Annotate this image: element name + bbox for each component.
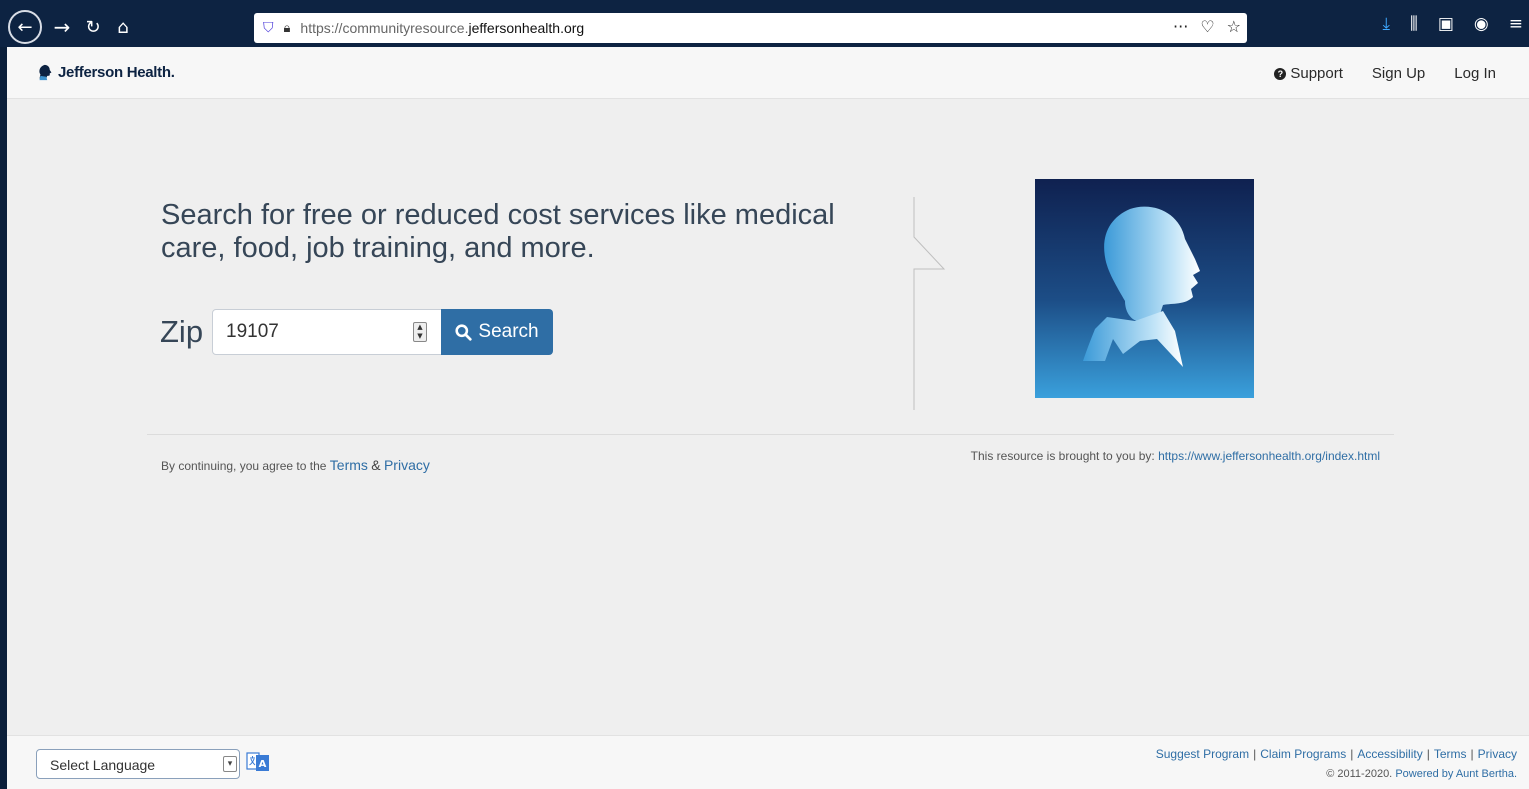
zip-label: Zip <box>160 314 204 349</box>
support-link[interactable]: ? Support <box>1274 65 1343 82</box>
url-bar[interactable]: ⛉ 🔒︎ https://communityresource.jefferson… <box>254 13 1247 43</box>
library-icon[interactable]: ⫼ <box>1410 14 1418 34</box>
copyright-prefix: © 2011-2020. <box>1326 768 1393 780</box>
reload-icon[interactable]: ↻ <box>78 12 108 42</box>
footer-privacy-link[interactable]: Privacy <box>1478 747 1517 761</box>
logo-text: Jefferson Health. <box>58 64 175 81</box>
site-header: Jefferson Health. ? Support Sign Up Log … <box>7 47 1529 99</box>
support-label: Support <box>1290 65 1343 82</box>
url-domain: jeffersonhealth.org <box>468 20 585 36</box>
url-text[interactable]: https://communityresource.jeffersonhealt… <box>300 20 584 36</box>
translate-icon[interactable]: A <box>246 750 270 774</box>
search-button-label: Search <box>478 321 539 342</box>
section-divider <box>913 197 946 410</box>
separator: | <box>1426 747 1430 761</box>
zip-stepper[interactable]: ▲ ▼ <box>413 322 427 342</box>
privacy-link[interactable]: Privacy <box>384 457 430 473</box>
question-icon: ? <box>1274 67 1287 80</box>
more-icon[interactable]: ··· <box>1173 17 1188 36</box>
language-select[interactable]: Select Language ▾ <box>36 749 240 779</box>
header-nav: ? Support Sign Up Log In <box>1274 65 1496 82</box>
shield-icon[interactable]: ⛉ <box>263 20 274 36</box>
copyright: © 2011-2020. Powered by Aunt Bertha. <box>1326 768 1517 780</box>
url-prefix: https://communityresource. <box>300 20 469 36</box>
footer-links: Suggest Program | Claim Programs | Accessibi… <box>1156 747 1517 761</box>
logo[interactable]: Jefferson Health. <box>37 64 175 81</box>
account-icon[interactable]: ◉ <box>1474 14 1489 34</box>
lock-icon[interactable]: 🔒︎ <box>284 21 291 36</box>
terms-link[interactable]: Terms <box>330 457 368 473</box>
back-icon[interactable]: ← <box>8 10 42 44</box>
download-icon[interactable]: ⤓ <box>1383 14 1391 34</box>
menu-icon[interactable]: ≡ <box>1509 14 1523 34</box>
sponsor-text: This resource is brought to you by: http… <box>971 449 1380 463</box>
separator: | <box>1253 747 1257 761</box>
site-footer: Select Language ▾ A Suggest Program | Clai… <box>7 735 1529 789</box>
agree-prefix: By continuing, you agree to the <box>161 459 327 473</box>
sponsor-link[interactable]: https://www.jeffersonhealth.org/index.ht… <box>1158 449 1380 463</box>
accessibility-link[interactable]: Accessibility <box>1357 747 1422 761</box>
bookmark-star-icon[interactable]: ☆ <box>1227 17 1241 36</box>
zip-input[interactable] <box>212 309 442 355</box>
page-content: Jefferson Health. ? Support Sign Up Log … <box>7 47 1529 789</box>
separator: | <box>1350 747 1354 761</box>
jefferson-logo-icon <box>39 64 52 81</box>
horizontal-rule <box>147 434 1394 435</box>
svg-text:A: A <box>259 759 267 770</box>
pocket-icon[interactable]: ♡ <box>1200 17 1214 36</box>
claim-programs-link[interactable]: Claim Programs <box>1260 747 1346 761</box>
sidebar-icon[interactable]: ▣ <box>1438 14 1454 34</box>
suggest-program-link[interactable]: Suggest Program <box>1156 747 1249 761</box>
signup-link[interactable]: Sign Up <box>1372 65 1425 82</box>
forward-icon[interactable]: → <box>47 12 77 42</box>
chevron-down-icon[interactable]: ▾ <box>223 756 237 772</box>
powered-by-link[interactable]: Powered by Aunt Bertha. <box>1395 768 1517 780</box>
jefferson-profile-image <box>1035 179 1254 398</box>
footer-terms-link[interactable]: Terms <box>1434 747 1467 761</box>
login-link[interactable]: Log In <box>1454 65 1496 82</box>
separator: | <box>1470 747 1474 761</box>
home-icon[interactable]: ⌂ <box>108 12 138 42</box>
browser-toolbar: ← → ↻ ⌂ ⛉ 🔒︎ https://communityresource.j… <box>0 0 1529 47</box>
page-headline: Search for free or reduced cost services… <box>161 199 835 264</box>
search-icon <box>455 323 473 341</box>
language-select-value: Select Language <box>50 757 156 773</box>
agreement-text: By continuing, you agree to the Terms & … <box>161 457 430 473</box>
search-button[interactable]: Search <box>441 309 553 355</box>
sponsor-prefix: This resource is brought to you by: <box>970 449 1155 463</box>
ampersand: & <box>371 457 381 473</box>
